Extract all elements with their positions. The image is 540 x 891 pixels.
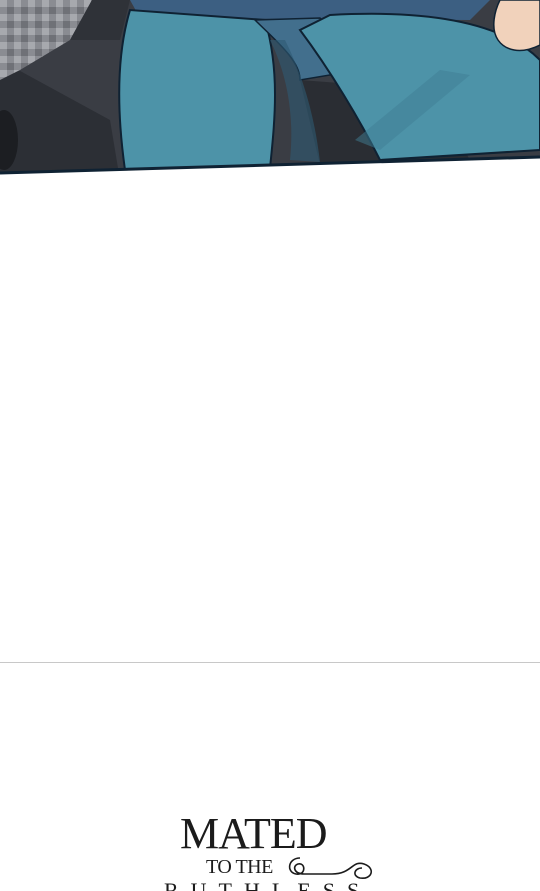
title-line-2: TO THE (206, 856, 273, 878)
series-title-logo: MATED TO THE RUTHLESS (150, 812, 400, 891)
title-line-3: RUTHLESS (164, 878, 372, 891)
section-divider (0, 662, 540, 663)
webtoon-page: MATED TO THE RUTHLESS (0, 0, 540, 891)
comic-panel (0, 0, 540, 175)
